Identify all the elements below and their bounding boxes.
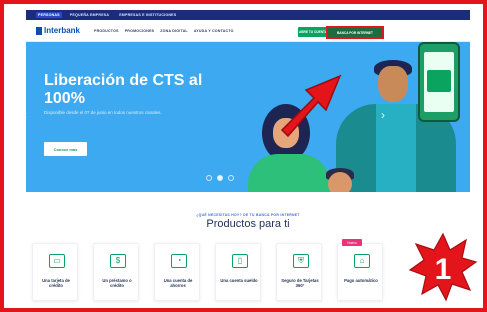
product-card-auto-pay[interactable]: Nuevo ⌂ Pago automático <box>337 239 383 301</box>
nav-link-promociones[interactable]: PROMOCIONES <box>125 29 155 33</box>
carousel-dots <box>206 175 234 181</box>
product-card-label: Una cuenta sueldo <box>220 278 258 283</box>
hero-subtitle: Disponible desde el 07 de junio en todos… <box>44 110 162 115</box>
segment-empresas[interactable]: EMPRESAS E INSTITUCIONES <box>117 12 178 18</box>
phone-screen <box>424 52 454 112</box>
house-icon: ⌂ <box>354 254 370 268</box>
man-head-illustration <box>378 66 408 102</box>
product-card-salary-account[interactable]: ▯ Una cuenta sueldo <box>215 243 261 301</box>
browser-page: PERSONAS PEQUEÑA EMPRESA EMPRESAS E INST… <box>26 10 470 308</box>
hero-banner: Liberación de CTS al 100% Disponible des… <box>26 42 470 192</box>
annotated-screenshot-frame: PERSONAS PEQUEÑA EMPRESA EMPRESAS E INST… <box>0 0 487 312</box>
nav-links: PRODUCTOS PROMOCIONES ZONA DIGITAL AYUDA… <box>94 29 234 33</box>
carousel-dot[interactable] <box>228 175 234 181</box>
brand-logo[interactable]: Interbank <box>36 26 80 35</box>
segment-bar: PERSONAS PEQUEÑA EMPRESA EMPRESAS E INST… <box>26 10 470 20</box>
nav-link-zona-digital[interactable]: ZONA DIGITAL <box>160 29 188 33</box>
carousel-prev-icon[interactable]: ‹ <box>26 108 27 122</box>
annotation-arrow-icon <box>280 74 342 138</box>
product-card-label: Seguro de Tarjetas 360° <box>281 278 319 288</box>
open-account-button[interactable]: ABRE TU CUENTA <box>298 27 328 37</box>
product-card-loan[interactable]: $ Un préstamo o crédito <box>93 243 139 301</box>
phone-app-card <box>427 70 451 92</box>
mobile-pay-icon: ▯ <box>232 254 248 268</box>
product-card-card-insurance[interactable]: ⛨ Seguro de Tarjetas 360° <box>276 243 322 301</box>
phone-illustration <box>418 42 460 122</box>
nav-link-productos[interactable]: PRODUCTOS <box>94 29 119 33</box>
logo-mark-icon <box>36 26 42 35</box>
product-card-savings[interactable]: ◔ Una cuenta de ahorros <box>154 243 200 301</box>
hero-cta-button[interactable]: Conoce más <box>44 142 87 156</box>
product-card-label: Pago automático <box>344 278 378 283</box>
credit-card-icon: ▭ <box>49 254 65 268</box>
shield-card-icon: ⛨ <box>293 254 309 268</box>
nav-link-ayuda[interactable]: AYUDA Y CONTACTO <box>194 29 234 33</box>
product-card-credit-card[interactable]: ▭ Una tarjeta de crédito <box>32 243 78 301</box>
product-cards: ▭ Una tarjeta de crédito $ Un préstamo o… <box>32 239 383 301</box>
products-title: Productos para ti <box>206 218 290 230</box>
carousel-dot-active[interactable] <box>217 175 223 181</box>
hero-title: Liberación de CTS al 100% <box>44 72 203 107</box>
segment-pequena-empresa[interactable]: PEQUEÑA EMPRESA <box>68 12 111 18</box>
segment-personas[interactable]: PERSONAS <box>36 12 62 18</box>
money-bag-icon: $ <box>110 254 126 268</box>
brand-name: Interbank <box>44 26 81 35</box>
carousel-dot[interactable] <box>206 175 212 181</box>
product-card-label: Una cuenta de ahorros <box>163 278 193 288</box>
new-badge: Nuevo <box>342 239 362 246</box>
online-banking-button[interactable]: BANCA POR INTERNET <box>326 26 384 39</box>
main-navigation: Interbank PRODUCTOS PROMOCIONES ZONA DIG… <box>26 20 470 42</box>
step-starburst-icon: 1 <box>408 232 478 302</box>
child-head-illustration <box>328 172 352 192</box>
step-number: 1 <box>435 253 452 286</box>
product-card-label: Una tarjeta de crédito <box>42 278 70 288</box>
woman-illustration <box>248 154 330 192</box>
piggy-bank-icon: ◔ <box>171 254 187 268</box>
products-kicker: ¿QUÉ NECESITAS HOY? DE TU BANCA POR INTE… <box>196 213 300 217</box>
carousel-next-icon[interactable]: › <box>381 108 385 122</box>
product-card-label: Un préstamo o crédito <box>102 278 132 288</box>
